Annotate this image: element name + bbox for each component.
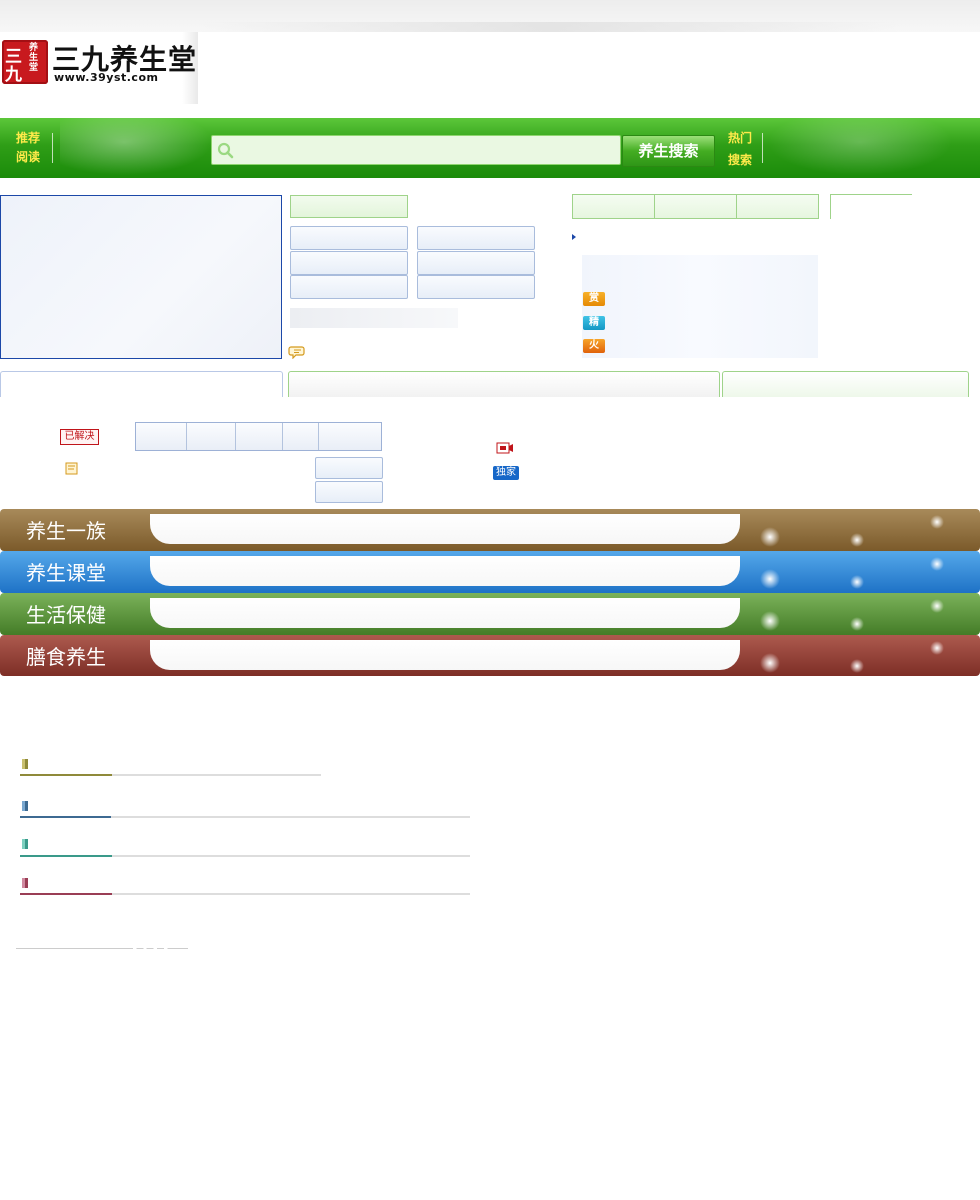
bullet-arrow-icon [572,234,576,240]
section-divider-accent [20,774,112,776]
nav-link-recommend[interactable]: 推荐 [16,129,40,147]
seal-small-text: 养生堂 [29,43,39,73]
section-header [288,371,720,397]
search-button[interactable]: 养生搜索 [622,135,715,167]
solved-badge: 已解决 [60,429,99,445]
banner-yangsheng-ketang[interactable]: 养生课堂 [0,551,980,593]
nav-link-read[interactable]: 阅读 [16,148,40,166]
banner-label: 养生一族 [26,519,106,543]
essence-badge: 精 [583,316,605,330]
category-button[interactable] [290,226,408,250]
nav-link-search[interactable]: 搜索 [728,151,752,169]
section-header [0,371,283,397]
section-header [722,371,969,397]
category-button[interactable] [290,251,408,275]
section-marker-icon [22,839,28,849]
banner-label: 膳食养生 [26,645,106,669]
speech-bubble-icon [288,346,305,359]
search-input[interactable] [240,137,620,163]
more-button[interactable] [315,457,383,479]
footer-divider [16,948,188,949]
section-marker-icon [22,878,28,888]
nav-separator [760,133,763,163]
post-list [582,255,818,358]
site-url[interactable]: www.39yst.com [54,71,158,84]
tab-divider [186,423,187,450]
tab-1[interactable] [572,194,656,219]
top-strip [0,0,980,32]
section-divider-accent [20,855,112,857]
exclusive-badge: 独家 [493,466,519,480]
tab-2[interactable] [654,194,738,219]
hot-badge: 火 [583,339,605,353]
section-divider-accent [20,816,111,818]
note-icon [65,462,78,475]
banner-label: 养生课堂 [26,561,106,585]
search-icon [217,142,234,159]
seal-char-2: 九 [5,65,22,85]
category-button[interactable] [417,275,535,299]
tab-4[interactable] [830,194,912,219]
tab-divider [318,423,319,450]
tab-divider [235,423,236,450]
section-marker-icon [22,759,28,769]
nav-link-hot[interactable]: 热门 [728,129,752,147]
banner-shenghuo-baojian[interactable]: 生活保健 [0,593,980,635]
tab-strip[interactable] [135,422,382,451]
tab-divider [282,423,283,450]
section-divider-accent [20,893,112,895]
tab-3[interactable] [736,194,819,219]
ad-placeholder [290,308,458,328]
featured-slideshow[interactable] [0,195,282,359]
video-icon [496,442,513,454]
banner-yangsheng-yizu[interactable]: 养生一族 [0,509,980,551]
logo-seal-icon[interactable]: 三 九 养生堂 [2,40,48,85]
nav-separator [50,133,53,163]
category-button[interactable] [417,251,535,275]
reward-badge: 赏 [583,292,605,306]
section-marker-icon [22,801,28,811]
banner-shanshi-yangsheng[interactable]: 膳食养生 [0,635,980,676]
category-button[interactable] [290,275,408,299]
category-button[interactable] [417,226,535,250]
more-button[interactable] [315,481,383,503]
banner-label: 生活保健 [26,603,106,627]
category-tab[interactable] [290,195,408,218]
